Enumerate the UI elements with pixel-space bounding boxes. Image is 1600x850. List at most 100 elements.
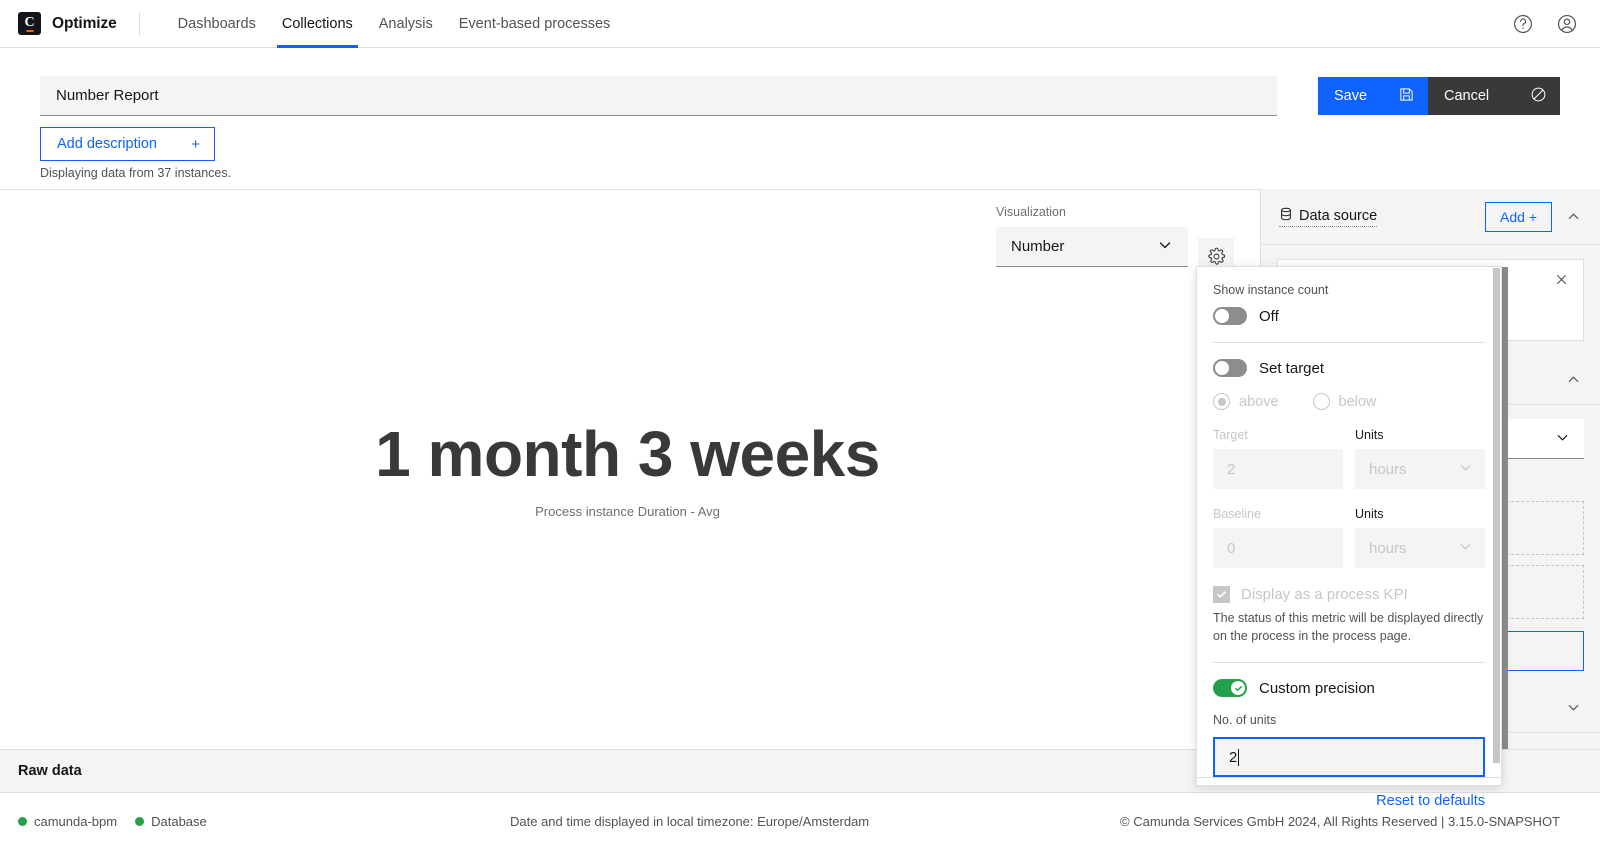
close-icon[interactable] <box>1554 272 1569 292</box>
add-data-source-button[interactable]: Add + <box>1485 201 1552 232</box>
report-title-input[interactable] <box>40 76 1277 116</box>
toggle-knob <box>1231 681 1245 696</box>
baseline-label: Baseline <box>1213 507 1261 521</box>
target-direction-radio-group: above below <box>1213 393 1485 410</box>
status-database: Database <box>135 814 207 829</box>
no-of-units-input[interactable]: 2 <box>1213 737 1485 778</box>
save-button[interactable]: Save <box>1318 77 1428 115</box>
toggle-knob <box>1215 361 1229 375</box>
baseline-field-col: Baseline <box>1213 507 1343 568</box>
plus-icon: + <box>191 135 200 153</box>
radio-below-label: below <box>1338 393 1377 410</box>
display-as-kpi-help-text: The status of this metric will be displa… <box>1213 611 1484 644</box>
report-header: Add description + Displaying data from 3… <box>0 48 1600 226</box>
target-field-col: Target <box>1213 428 1343 489</box>
visualization-selector-block: Visualization Number <box>996 205 1188 267</box>
user-avatar-icon[interactable] <box>1556 13 1578 35</box>
visualization-dropdown[interactable]: Number <box>996 227 1188 267</box>
display-as-kpi-checkbox[interactable] <box>1213 586 1230 603</box>
data-source-section-header: Data source Add + <box>1261 189 1600 245</box>
data-source-title-group: Data source <box>1279 207 1378 227</box>
cancel-button[interactable]: Cancel <box>1428 77 1560 115</box>
chevron-down-icon <box>1157 237 1173 257</box>
add-description-label: Add description <box>57 136 157 152</box>
custom-precision-label: Custom precision <box>1259 679 1375 697</box>
divider <box>1213 342 1485 343</box>
target-units-value: hours <box>1369 460 1407 478</box>
brand[interactable]: C Optimize <box>0 12 117 35</box>
number-subtitle: Process instance Duration - Avg <box>535 504 720 520</box>
radio-option-above[interactable]: above <box>1213 393 1279 410</box>
nav-item-collections[interactable]: Collections <box>269 0 366 48</box>
no-of-units-label: No. of units <box>1213 713 1277 728</box>
footer-timezone-note: Date and time displayed in local timezon… <box>510 814 870 829</box>
data-source-collapse-chevron-up-icon[interactable] <box>1560 209 1586 224</box>
display-as-kpi-row: Display as a process KPI <box>1213 586 1485 603</box>
divider-2 <box>1213 662 1485 664</box>
chevron-down-icon <box>1555 430 1570 448</box>
number-value: 1 month 3 weeks <box>375 417 880 490</box>
sidebar-scrollbar[interactable] <box>1502 267 1508 749</box>
set-target-label: Set target <box>1259 359 1325 377</box>
cancel-no-entry-icon <box>1530 86 1547 107</box>
target-label: Target <box>1213 428 1248 442</box>
footer-status-group: camunda-bpm Database <box>0 814 207 829</box>
radio-above-label: above <box>1239 393 1279 410</box>
section-collapse-chevron-up-icon-2[interactable] <box>1560 372 1586 387</box>
status-dot-icon <box>135 817 145 826</box>
cancel-label: Cancel <box>1444 88 1490 104</box>
logo-bar <box>26 29 33 32</box>
target-input[interactable] <box>1213 449 1343 489</box>
baseline-units-col: Units hours <box>1355 507 1485 568</box>
radio-option-below[interactable]: below <box>1312 393 1377 410</box>
nav-item-analysis[interactable]: Analysis <box>366 0 446 48</box>
nav-divider <box>138 11 140 36</box>
set-target-row: Set target <box>1213 359 1485 377</box>
show-instance-count-state: Off <box>1259 307 1279 325</box>
text-cursor <box>1238 748 1240 766</box>
custom-precision-row: Custom precision <box>1213 679 1485 698</box>
top-navigation-bar: C Optimize Dashboards Collections Analys… <box>0 0 1600 48</box>
target-units-dropdown[interactable]: hours <box>1355 449 1485 489</box>
popover-scrollbar[interactable] <box>1493 268 1500 763</box>
no-of-units-value: 2 <box>1229 748 1238 766</box>
brand-name: Optimize <box>52 14 117 32</box>
radio-below-icon <box>1312 393 1330 410</box>
raw-data-title: Raw data <box>18 763 82 779</box>
show-instance-count-row: Off <box>1213 307 1485 325</box>
number-settings-popover: Show instance count Off Set target above… <box>1196 266 1502 809</box>
baseline-input[interactable] <box>1213 528 1343 568</box>
baseline-units-value: hours <box>1369 539 1407 557</box>
nav-item-dashboards[interactable]: Dashboards <box>165 0 269 48</box>
save-disk-icon <box>1398 86 1415 107</box>
baseline-units-label: Units <box>1355 507 1384 521</box>
reset-to-defaults-link[interactable]: Reset to defaults <box>1376 793 1485 809</box>
nav-item-event-based-processes[interactable]: Event-based processes <box>446 0 624 48</box>
no-of-units-field: No. of units 2 <box>1213 713 1485 778</box>
section-collapse-chevron-down-icon-3[interactable] <box>1560 700 1586 715</box>
radio-above-icon <box>1213 393 1230 410</box>
show-instance-count-toggle[interactable] <box>1213 307 1247 325</box>
show-instance-count-label: Show instance count <box>1213 283 1329 297</box>
custom-precision-toggle[interactable] <box>1213 679 1247 698</box>
data-source-card-actions <box>1554 272 1569 292</box>
set-target-toggle[interactable] <box>1213 359 1247 377</box>
target-units-col: Units hours <box>1355 428 1485 489</box>
popover-footer: Reset to defaults <box>1197 777 1501 824</box>
display-as-kpi-label: Display as a process KPI <box>1241 586 1408 603</box>
camunda-logo-icon: C <box>18 12 41 35</box>
save-label: Save <box>1334 88 1368 104</box>
data-source-title: Data source <box>1299 207 1378 224</box>
status-database-label: Database <box>151 814 207 829</box>
target-units-label: Units <box>1355 428 1384 442</box>
baseline-field-row: Baseline Units hours <box>1213 507 1485 568</box>
baseline-units-dropdown[interactable]: hours <box>1355 528 1485 568</box>
chevron-down-icon <box>1458 460 1473 479</box>
popover-body: Show instance count Off Set target above… <box>1197 267 1501 778</box>
add-description-button[interactable]: Add description + <box>40 127 215 161</box>
help-circle-icon[interactable] <box>1512 13 1534 35</box>
nav-items: Dashboards Collections Analysis Event-ba… <box>165 0 624 48</box>
status-camunda-bpm: camunda-bpm <box>18 814 117 829</box>
toggle-knob <box>1215 309 1229 323</box>
visualization-selected-value: Number <box>1011 238 1065 255</box>
